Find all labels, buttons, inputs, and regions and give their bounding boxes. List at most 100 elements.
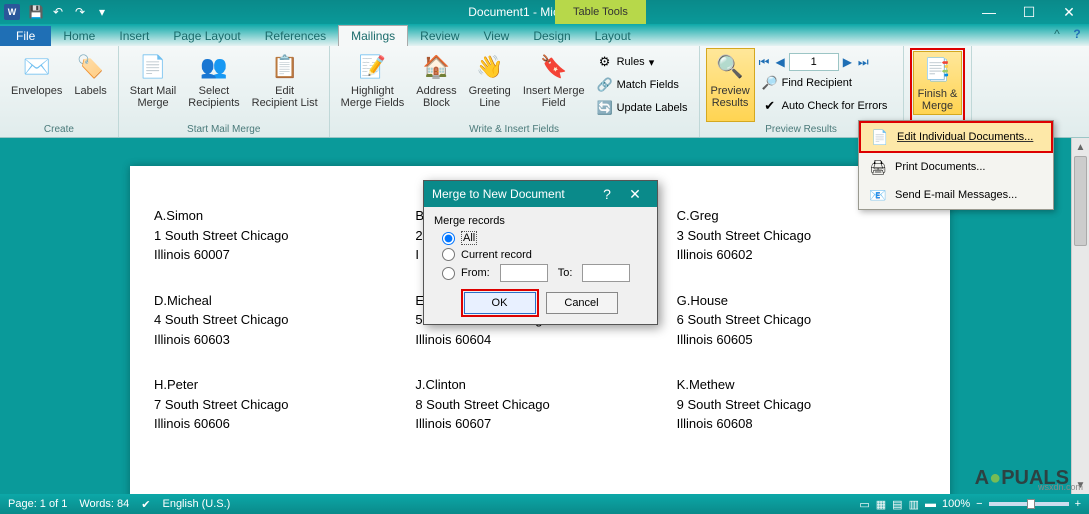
word-count[interactable]: Words: 84 (79, 498, 129, 510)
envelope-icon: ✉️ (21, 51, 53, 83)
tab-insert[interactable]: Insert (107, 26, 161, 46)
tab-references[interactable]: References (253, 26, 338, 46)
send-email-messages-item[interactable]: 📧 Send E-mail Messages... (859, 181, 1053, 209)
view-print-layout-icon[interactable]: ▭ (859, 498, 869, 511)
recipients-icon: 👥 (198, 51, 230, 83)
zoom-level[interactable]: 100% (942, 498, 970, 510)
find-recipient-button[interactable]: 🔎Find Recipient (757, 72, 897, 94)
tab-design[interactable]: Design (521, 26, 582, 46)
file-tab[interactable]: File (0, 26, 51, 46)
match-fields-button[interactable]: 🔗Match Fields (592, 74, 693, 96)
record: J.Clinton8 South Street ChicagoIllinois … (415, 375, 664, 434)
print-documents-item[interactable]: 🖨 Print Documents... (859, 153, 1053, 181)
address-block-button[interactable]: 🏠 Address Block (411, 48, 461, 122)
record-number-input[interactable] (789, 53, 839, 71)
tab-view[interactable]: View (472, 26, 522, 46)
vertical-scrollbar[interactable]: ▲ ▼ (1071, 138, 1089, 494)
record: D.Micheal4 South Street ChicagoIllinois … (154, 291, 403, 350)
labels-icon: 🏷️ (75, 51, 107, 83)
window-controls: — ☐ ✕ (969, 0, 1089, 24)
to-input[interactable] (582, 264, 630, 282)
radio-from-to[interactable]: From: To: (442, 264, 647, 282)
minimize-ribbon-icon[interactable]: ^ (1049, 26, 1065, 42)
finish-merge-button[interactable]: 📑 Finish & Merge (913, 51, 963, 115)
start-mail-merge-button[interactable]: 📄 Start Mail Merge (125, 48, 181, 122)
record: C.Greg3 South Street ChicagoIllinois 606… (677, 206, 926, 265)
edit-individual-documents-item[interactable]: 📄 Edit Individual Documents... (859, 121, 1053, 153)
contextual-tab-label: Table Tools (555, 0, 646, 24)
update-icon: 🔄 (597, 100, 613, 116)
dialog-titlebar[interactable]: Merge to New Document ? ✕ (424, 181, 657, 207)
check-icon: ✔ (762, 98, 778, 114)
maximize-button[interactable]: ☐ (1009, 0, 1049, 24)
scroll-up-icon[interactable]: ▲ (1072, 138, 1089, 156)
proofing-icon[interactable]: ✔ (141, 498, 150, 511)
zoom-knob[interactable] (1027, 499, 1035, 509)
rules-icon: ⚙ (597, 54, 613, 70)
zoom-in-button[interactable]: + (1075, 498, 1081, 510)
edit-list-icon: 📋 (269, 51, 301, 83)
page-status[interactable]: Page: 1 of 1 (8, 498, 67, 510)
redo-icon[interactable]: ↷ (72, 4, 88, 20)
edit-docs-icon: 📄 (871, 128, 889, 146)
radio-all-input[interactable] (442, 232, 455, 245)
radio-from-input[interactable] (442, 267, 455, 280)
dialog-close-button[interactable]: ✕ (621, 181, 649, 207)
ok-button[interactable]: OK (464, 292, 536, 314)
insert-merge-field-button[interactable]: 🔖 Insert Merge Field (518, 48, 590, 122)
source-watermark: wsxdn.com (1038, 482, 1083, 492)
save-icon[interactable]: 💾 (28, 4, 44, 20)
tab-layout[interactable]: Layout (583, 26, 643, 46)
first-record-button[interactable]: ⏮ (757, 55, 772, 70)
tab-review[interactable]: Review (408, 26, 471, 46)
language-status[interactable]: English (U.S.) (162, 498, 230, 510)
close-button[interactable]: ✕ (1049, 0, 1089, 24)
group-write-insert: 📝 Highlight Merge Fields 🏠 Address Block… (330, 46, 700, 137)
radio-current-input[interactable] (442, 248, 455, 261)
auto-check-errors-button[interactable]: ✔Auto Check for Errors (757, 95, 897, 117)
view-draft-icon[interactable]: ▬ (925, 498, 936, 510)
zoom-out-button[interactable]: − (976, 498, 982, 510)
help-icon[interactable]: ? (1069, 26, 1085, 42)
undo-icon[interactable]: ↶ (50, 4, 66, 20)
dialog-help-button[interactable]: ? (593, 181, 621, 207)
update-labels-button[interactable]: 🔄Update Labels (592, 97, 693, 119)
record-navigator: ⏮ ◀ ▶ ⏭ (757, 53, 897, 71)
view-web-icon[interactable]: ▤ (892, 498, 902, 511)
status-bar: Page: 1 of 1 Words: 84 ✔ English (U.S.) … (0, 494, 1089, 514)
address-icon: 🏠 (420, 51, 452, 83)
word-icon: W (4, 4, 20, 20)
highlight-merge-fields-button[interactable]: 📝 Highlight Merge Fields (336, 48, 410, 122)
tab-page-layout[interactable]: Page Layout (161, 26, 252, 46)
labels-button[interactable]: 🏷️ Labels (69, 48, 111, 122)
view-fullscreen-icon[interactable]: ▦ (876, 498, 886, 511)
preview-results-button[interactable]: 🔍 Preview Results (706, 48, 755, 122)
tab-mailings[interactable]: Mailings (338, 25, 408, 46)
tab-home[interactable]: Home (51, 26, 107, 46)
radio-current[interactable]: Current record (442, 248, 647, 261)
finish-icon: 📑 (922, 54, 954, 86)
rules-button[interactable]: ⚙Rules ▾ (592, 51, 693, 73)
last-record-button[interactable]: ⏭ (856, 55, 871, 70)
quick-access-toolbar: 💾 ↶ ↷ ▾ (28, 4, 110, 20)
group-create: ✉️ Envelopes 🏷️ Labels Create (0, 46, 119, 137)
print-icon: 🖨 (869, 158, 887, 176)
from-input[interactable] (500, 264, 548, 282)
prev-record-button[interactable]: ◀ (773, 55, 786, 69)
radio-all[interactable]: All (442, 231, 647, 245)
match-icon: 🔗 (597, 77, 613, 93)
edit-recipient-list-button[interactable]: 📋 Edit Recipient List (247, 48, 323, 122)
greeting-line-button[interactable]: 👋 Greeting Line (464, 48, 516, 122)
zoom-slider[interactable] (989, 502, 1069, 506)
select-recipients-button[interactable]: 👥 Select Recipients (183, 48, 244, 122)
envelopes-button[interactable]: ✉️ Envelopes (6, 48, 67, 122)
qat-more-icon[interactable]: ▾ (94, 4, 110, 20)
preview-icon: 🔍 (714, 51, 746, 83)
ribbon-tabs: File Home Insert Page Layout References … (0, 24, 1089, 46)
next-record-button[interactable]: ▶ (841, 55, 854, 69)
view-outline-icon[interactable]: ▥ (909, 498, 919, 511)
minimize-button[interactable]: — (969, 0, 1009, 24)
scroll-thumb[interactable] (1074, 156, 1087, 246)
cancel-button[interactable]: Cancel (546, 292, 618, 314)
mail-merge-icon: 📄 (137, 51, 169, 83)
